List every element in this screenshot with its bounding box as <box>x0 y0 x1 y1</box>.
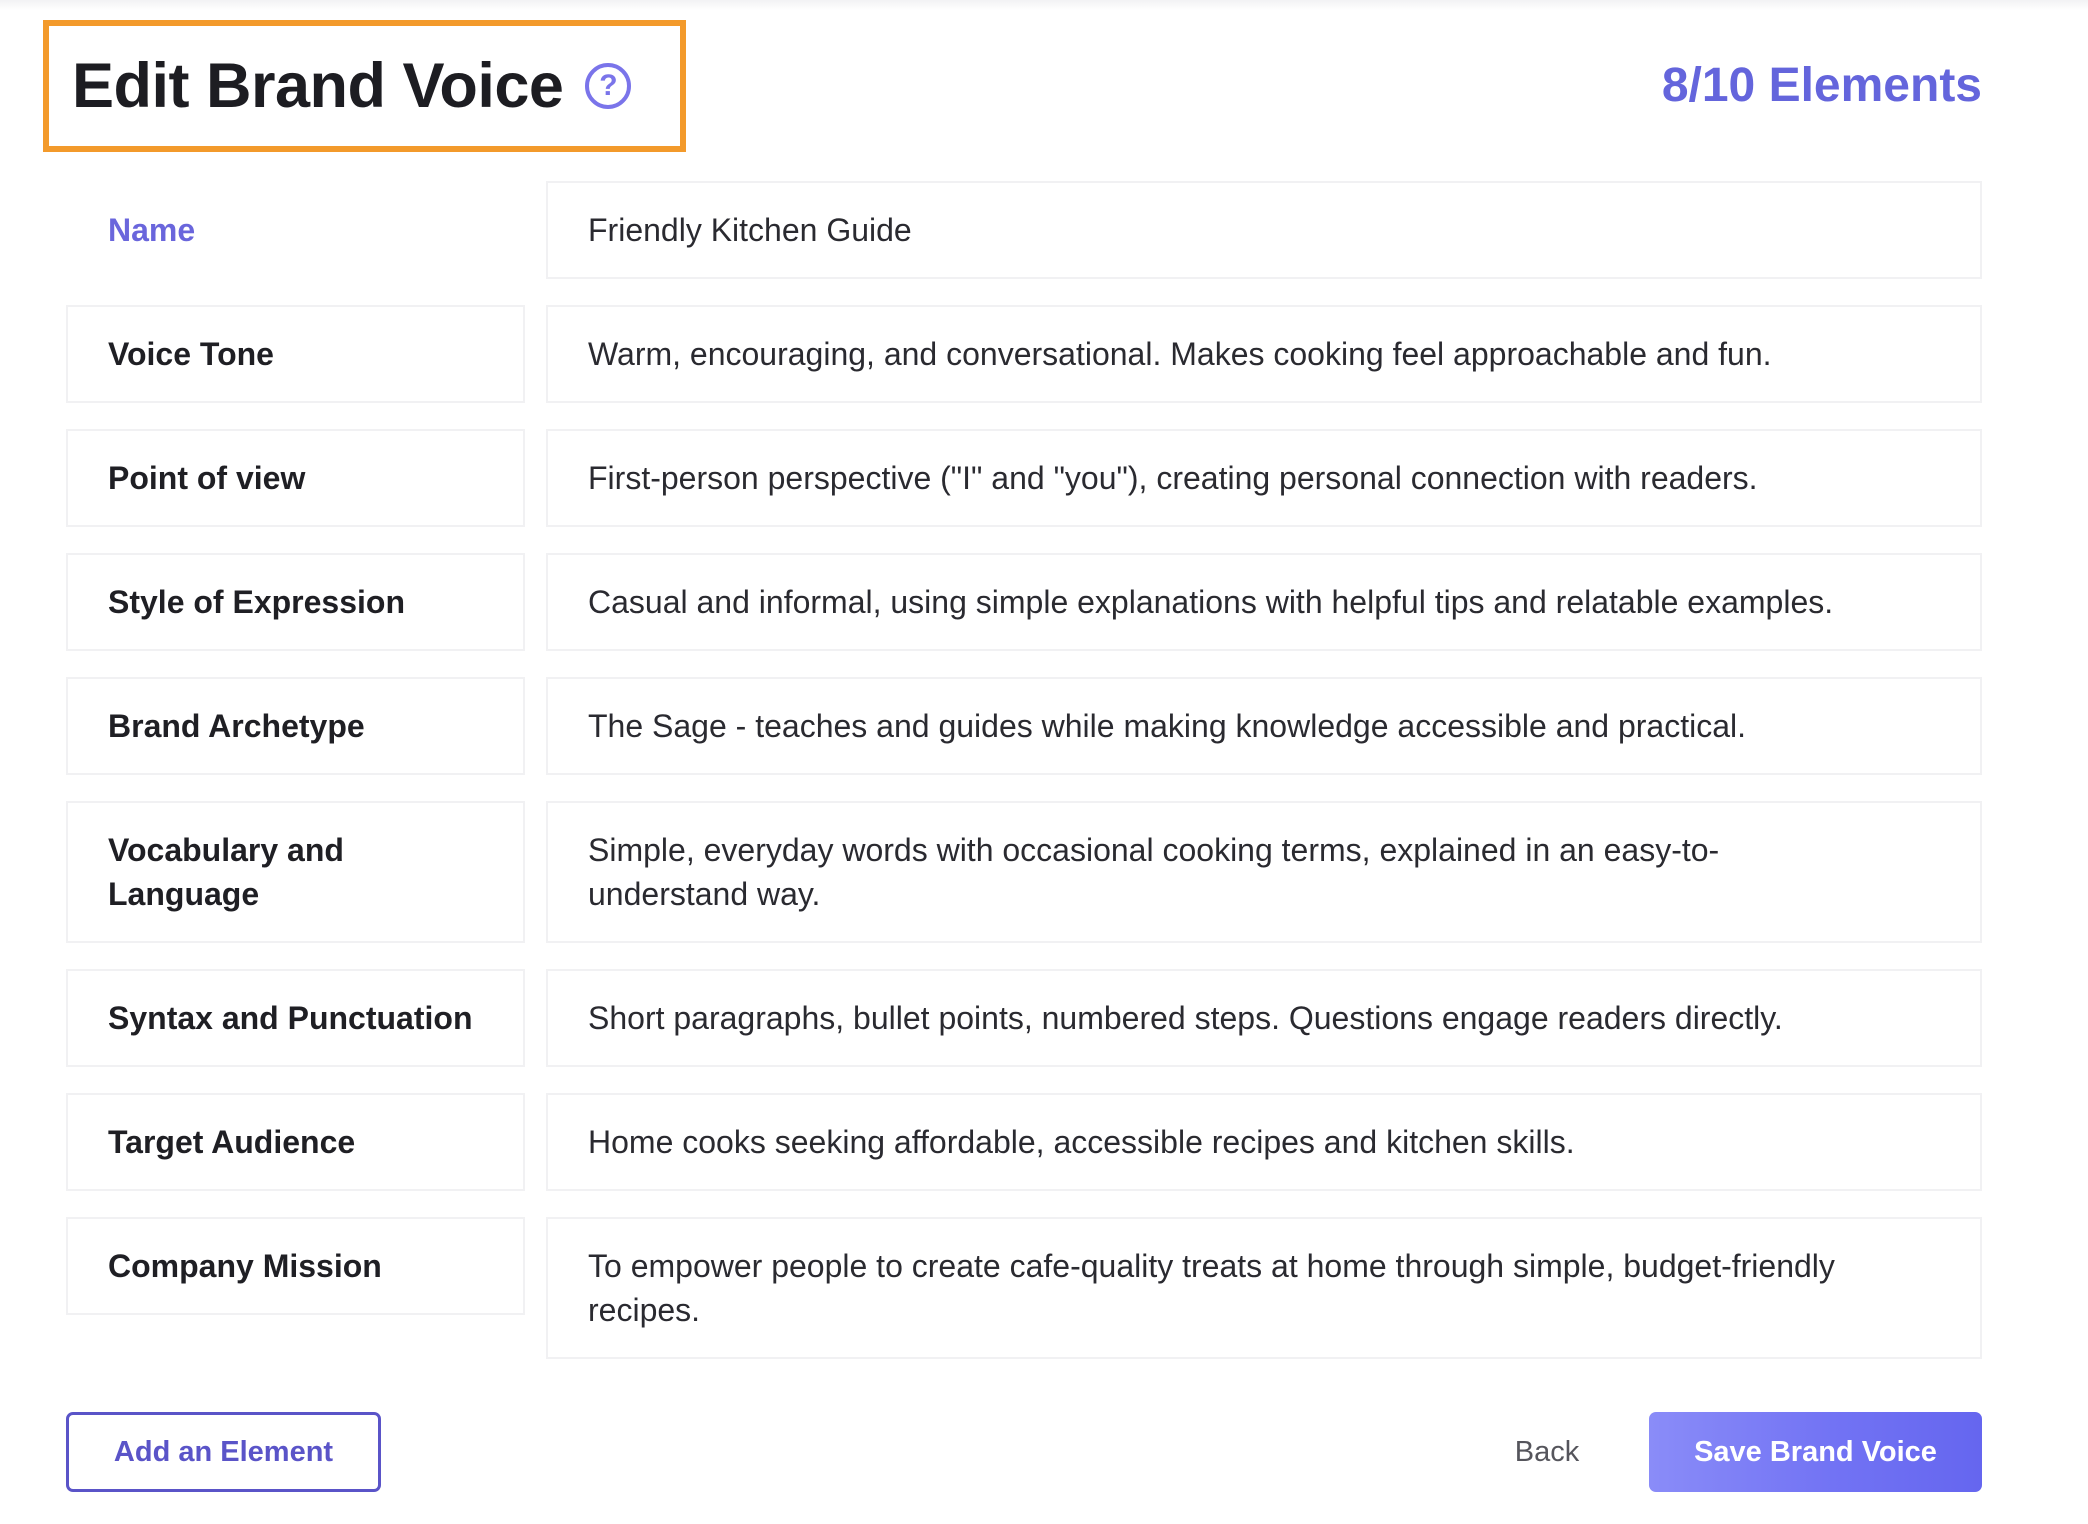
element-value[interactable]: Home cooks seeking affordable, accessibl… <box>546 1093 1982 1191</box>
back-button[interactable]: Back <box>1512 1412 1582 1492</box>
brand-voice-form: Name Friendly Kitchen Guide Voice Tone W… <box>66 181 1982 1385</box>
question-circle-icon[interactable]: ? <box>585 63 632 109</box>
page-header-highlight: Edit Brand Voice ? <box>43 20 686 152</box>
elements-counter: 8/10 Elements <box>1661 59 1982 112</box>
element-value[interactable]: The Sage - teaches and guides while maki… <box>546 677 1982 775</box>
element-value[interactable]: First-person perspective ("I" and "you")… <box>546 429 1982 527</box>
element-value[interactable]: Casual and informal, using simple explan… <box>546 553 1982 651</box>
form-footer: Add an Element Back Save Brand Voice <box>66 1412 1982 1492</box>
element-row: Vocabulary and Language Simple, everyday… <box>66 801 1982 943</box>
element-value[interactable]: Warm, encouraging, and conversational. M… <box>546 305 1982 403</box>
top-shadow <box>0 0 2088 10</box>
name-label: Name <box>66 181 525 279</box>
add-element-button[interactable]: Add an Element <box>66 1412 381 1492</box>
element-value[interactable]: To empower people to create cafe-quality… <box>546 1217 1982 1359</box>
element-label[interactable]: Brand Archetype <box>66 677 525 775</box>
element-label[interactable]: Syntax and Punctuation <box>66 969 525 1067</box>
element-row: Style of Expression Casual and informal,… <box>66 553 1982 651</box>
name-input[interactable]: Friendly Kitchen Guide <box>546 181 1982 279</box>
element-label[interactable]: Voice Tone <box>66 305 525 403</box>
element-label[interactable]: Vocabulary and Language <box>66 801 525 943</box>
element-label[interactable]: Company Mission <box>66 1217 525 1315</box>
element-value[interactable]: Short paragraphs, bullet points, numbere… <box>546 969 1982 1067</box>
element-row: Target Audience Home cooks seeking affor… <box>66 1093 1982 1191</box>
name-row: Name Friendly Kitchen Guide <box>66 181 1982 279</box>
element-label[interactable]: Target Audience <box>66 1093 525 1191</box>
element-row: Company Mission To empower people to cre… <box>66 1217 1982 1359</box>
page-title: Edit Brand Voice <box>72 51 564 121</box>
element-row: Syntax and Punctuation Short paragraphs,… <box>66 969 1982 1067</box>
element-row: Voice Tone Warm, encouraging, and conver… <box>66 305 1982 403</box>
element-label[interactable]: Style of Expression <box>66 553 525 651</box>
element-row: Brand Archetype The Sage - teaches and g… <box>66 677 1982 775</box>
element-row: Point of view First-person perspective (… <box>66 429 1982 527</box>
element-label[interactable]: Point of view <box>66 429 525 527</box>
element-value[interactable]: Simple, everyday words with occasional c… <box>546 801 1982 943</box>
save-brand-voice-button[interactable]: Save Brand Voice <box>1649 1412 1982 1492</box>
